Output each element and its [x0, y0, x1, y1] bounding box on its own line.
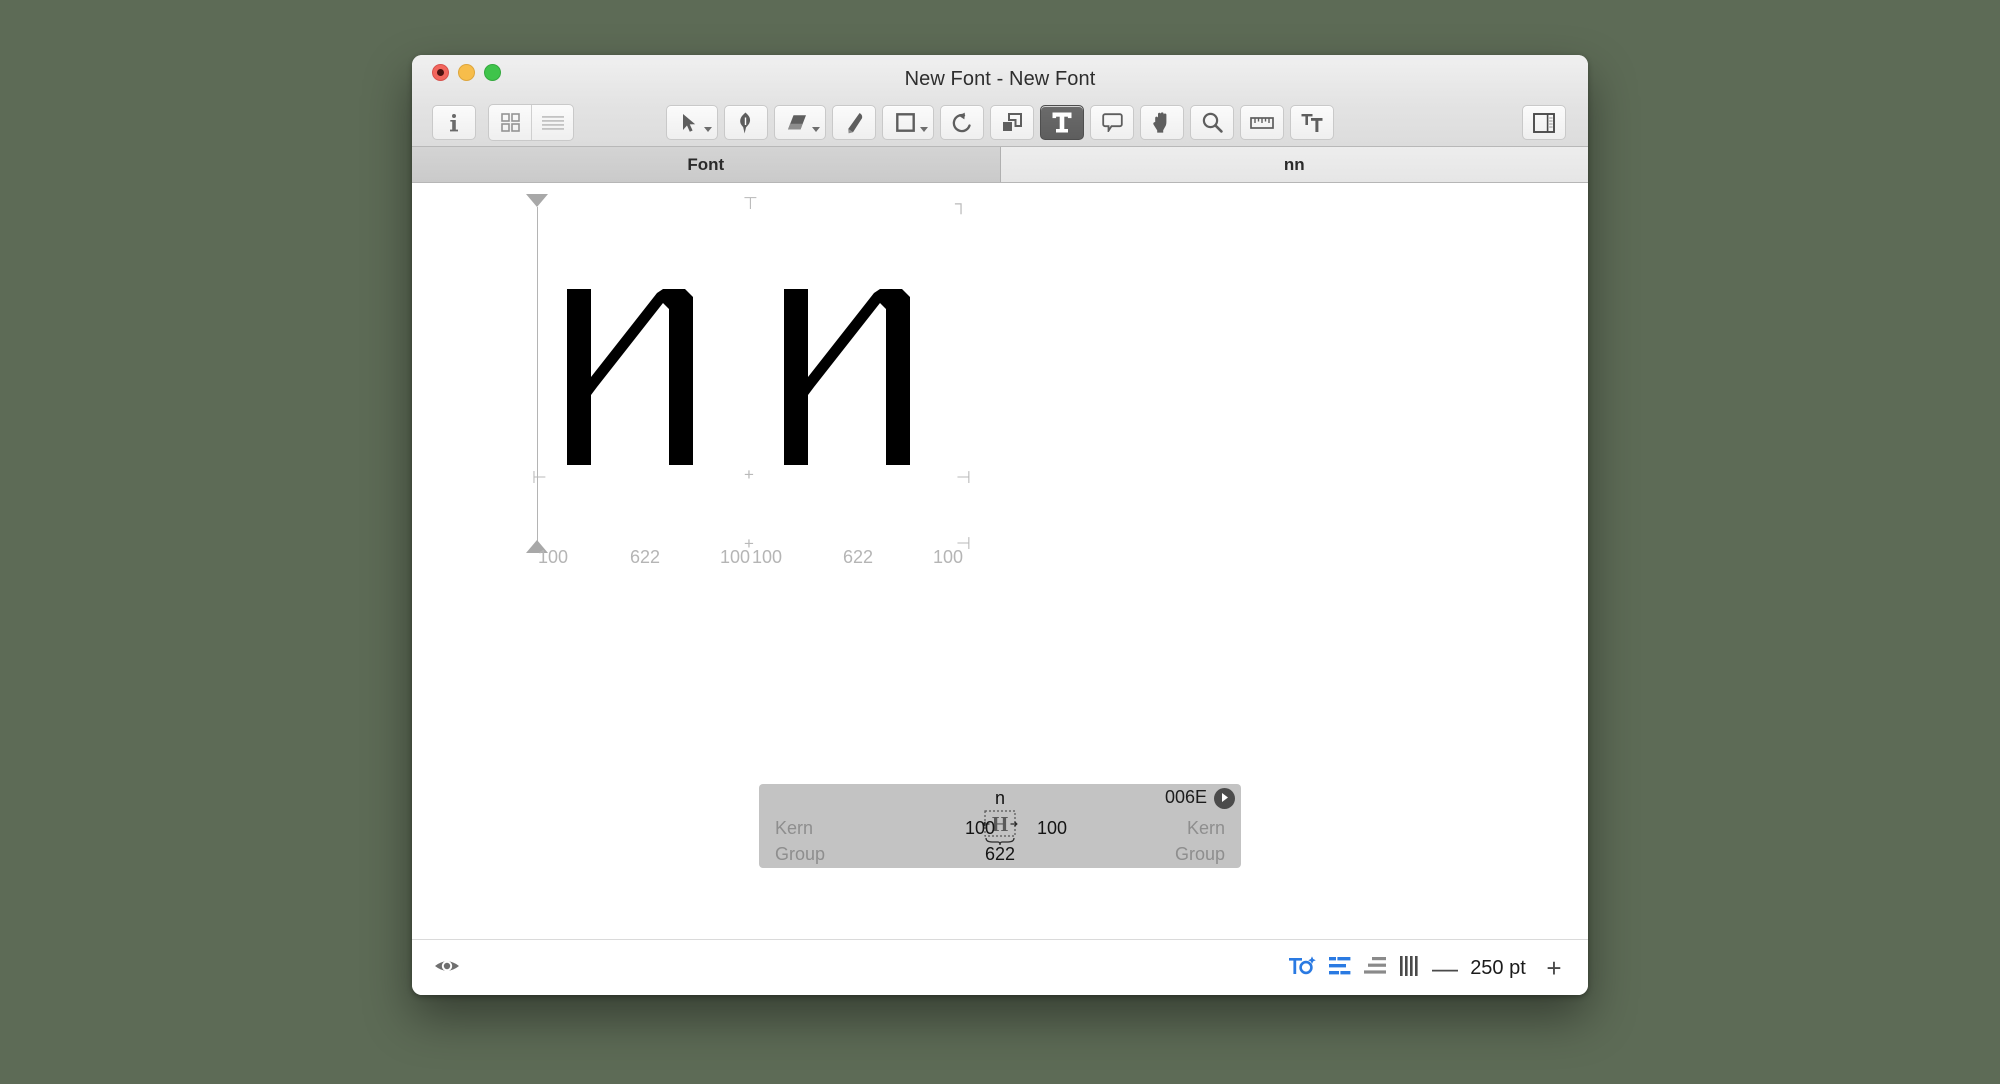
glyph-n-1[interactable]	[567, 283, 717, 471]
annotation-tool[interactable]	[1090, 105, 1134, 140]
select-tool[interactable]	[666, 105, 718, 140]
text-tool[interactable]	[1040, 105, 1084, 140]
tab-nn-label: nn	[1283, 154, 1305, 174]
align-left-icon	[1329, 956, 1351, 980]
pencil-tool[interactable]	[832, 105, 876, 140]
toolbar-right-group	[1522, 105, 1566, 140]
info-icon	[446, 113, 462, 133]
right-kern-label: Kern	[1186, 818, 1225, 838]
zoom-in-button[interactable]: +	[1544, 955, 1564, 981]
vertical-bars-icon	[1399, 955, 1419, 981]
tab-font-label: Font	[687, 154, 725, 174]
glyph-width-value[interactable]: 622	[985, 844, 1015, 865]
left-kern-label: Kern	[775, 818, 814, 838]
chevron-down-icon	[920, 127, 928, 132]
status-bar: — 250 pt +	[412, 939, 1588, 995]
zoom-level-value[interactable]: 250 pt	[1465, 957, 1531, 980]
transform-tool[interactable]	[990, 105, 1034, 140]
cap-tick-left: ⊤	[743, 194, 758, 213]
metric-label-width-2: 622	[843, 547, 874, 567]
zoom-tool[interactable]	[1190, 105, 1234, 140]
toolbar	[412, 98, 1588, 147]
rotate-tool[interactable]	[940, 105, 984, 140]
baseline-tick-origin: ⊢	[532, 468, 547, 487]
arrow-right-circle-icon	[1218, 788, 1231, 809]
pen-tool[interactable]	[724, 105, 768, 140]
align-left-button[interactable]	[1329, 956, 1351, 981]
zoom-out-button[interactable]: —	[1432, 955, 1458, 981]
metric-label-width-1: 622	[630, 547, 661, 567]
align-right-icon	[1364, 956, 1386, 980]
view-mode-segment	[488, 104, 574, 141]
preview-toggle-button[interactable]	[434, 956, 460, 981]
window-title: New Font - New Font	[904, 68, 1096, 90]
glyph-n-2[interactable]	[784, 283, 934, 471]
left-kern-value[interactable]: 100	[965, 818, 995, 839]
toolbar-tools-group	[666, 105, 1334, 140]
cap-tick-right: ┐	[955, 194, 968, 213]
glyph-info-panel: n 006E H Kern 100 100 Kern Group 622 Gro…	[759, 784, 1241, 868]
glyph-info-body: H Kern 100 100 Kern Group 622 Group	[759, 810, 1241, 868]
metric-label-rsb-2: 100	[933, 547, 964, 567]
left-group-label: Group	[775, 844, 826, 864]
list-view-button[interactable]	[531, 105, 573, 140]
glyph-info-header: n 006E	[759, 784, 1241, 812]
baseline-tick-mid: +	[744, 465, 754, 484]
glyph-unicode: 006E	[1164, 787, 1207, 807]
metric-label-rsb-1: 100	[720, 547, 751, 567]
glyph-canvas[interactable]: ⊤ ┐ ⊢ + ⊣ + ⊣ 100 622 100 100 622 100 n …	[412, 183, 1588, 939]
tab-bar: Font nn	[412, 147, 1588, 183]
chevron-down-icon	[812, 127, 820, 132]
kern-row: Kern 100 100 Kern	[775, 816, 1225, 842]
goto-glyph-button[interactable]	[1214, 788, 1235, 809]
eraser-tool[interactable]	[774, 105, 826, 140]
shape-tool[interactable]	[882, 105, 934, 140]
tab-font[interactable]: Font	[412, 147, 1001, 182]
chevron-down-icon	[704, 127, 712, 132]
baseline-tick-right: ⊣	[956, 468, 971, 487]
vertical-bars-button[interactable]	[1399, 955, 1419, 982]
eye-icon	[434, 960, 460, 980]
glyph-name: n	[994, 787, 1005, 808]
right-group-label: Group	[1174, 844, 1225, 864]
ascender-marker-icon	[526, 194, 548, 207]
metric-label-lsb-1: 100	[538, 547, 569, 567]
toolbar-left-group	[432, 104, 574, 141]
To-sparkle-icon	[1288, 955, 1316, 982]
status-bar-right: — 250 pt +	[1288, 940, 1564, 995]
kern-tool[interactable]	[1290, 105, 1334, 140]
toggle-inspector-button[interactable]	[1522, 105, 1566, 140]
title-bar: New Font - New Font	[412, 55, 1588, 147]
align-right-button[interactable]	[1364, 956, 1386, 981]
metric-label-lsb-2: 100	[752, 547, 783, 567]
measure-tool[interactable]	[1240, 105, 1284, 140]
grid-view-button[interactable]	[489, 105, 531, 140]
text-spacing-button[interactable]	[1288, 954, 1316, 983]
right-kern-value[interactable]: 100	[1037, 818, 1067, 839]
screen: New Font - New Font Font nn ⊤ ┐ ⊢ + ⊣ + …	[0, 0, 2000, 1084]
origin-guide-line	[537, 207, 538, 552]
app-window: New Font - New Font Font nn ⊤ ┐ ⊢ + ⊣ + …	[412, 55, 1588, 995]
group-row: Group 622 Group	[775, 842, 1225, 868]
tab-nn[interactable]: nn	[1000, 147, 1588, 182]
hand-tool[interactable]	[1140, 105, 1184, 140]
info-button[interactable]	[432, 105, 476, 140]
